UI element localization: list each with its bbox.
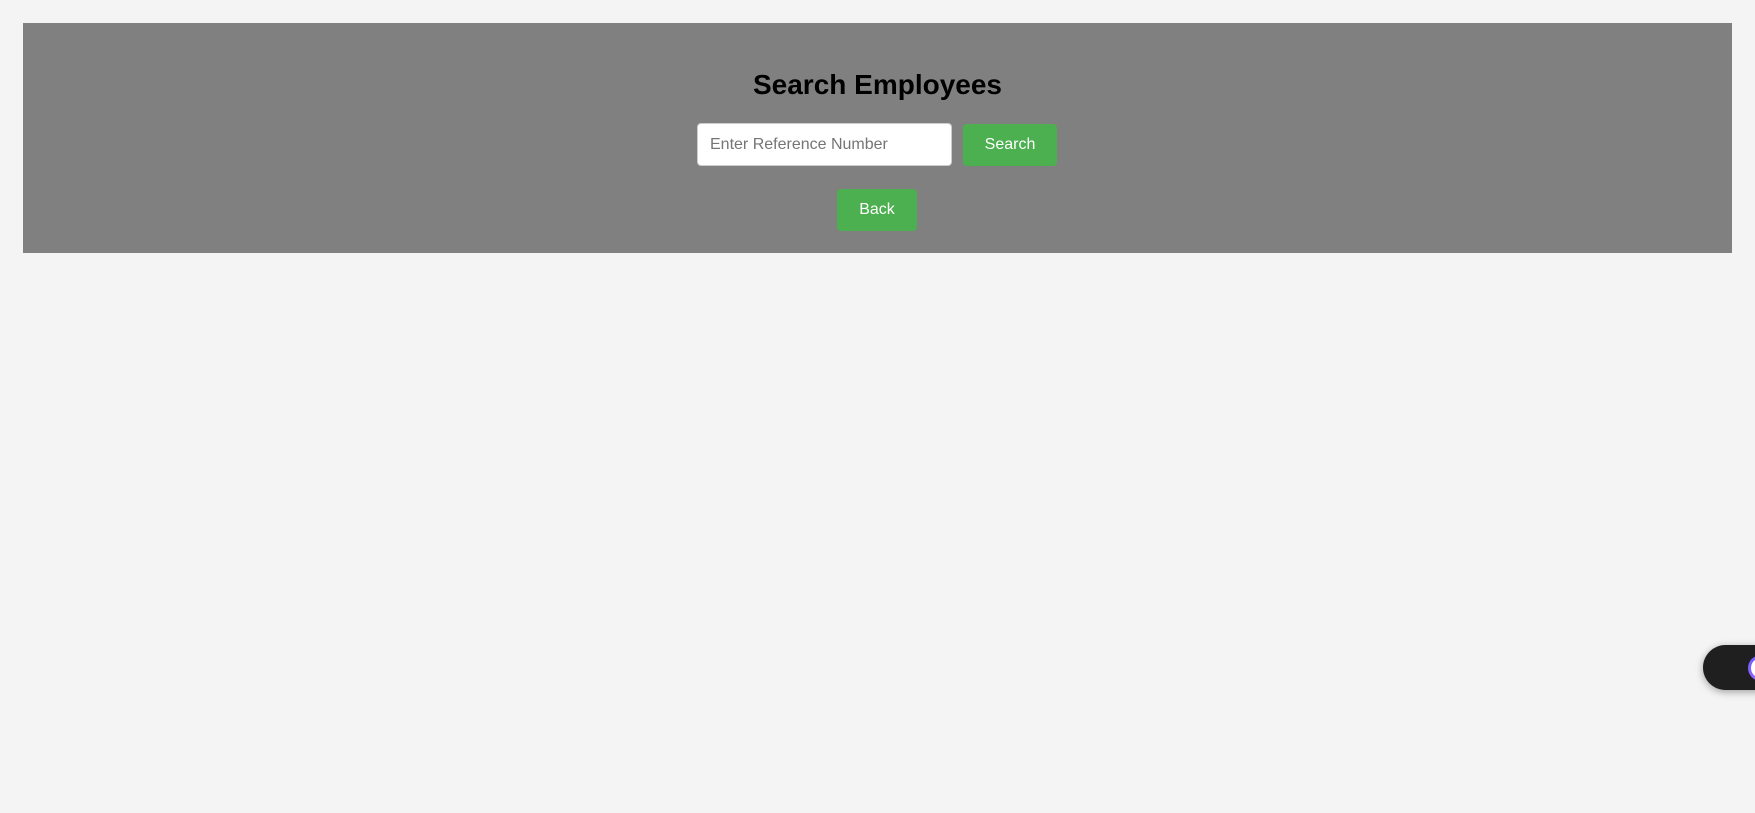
assistant-widget[interactable]: [1703, 645, 1755, 690]
assistant-face: [1751, 658, 1755, 678]
reference-number-input[interactable]: [697, 123, 952, 166]
search-panel: Search Employees Search Back: [23, 23, 1732, 253]
back-button[interactable]: Back: [837, 189, 917, 231]
search-button[interactable]: Search: [963, 124, 1057, 166]
page-title: Search Employees: [752, 69, 1003, 100]
assistant-face-icon[interactable]: [1748, 655, 1755, 681]
